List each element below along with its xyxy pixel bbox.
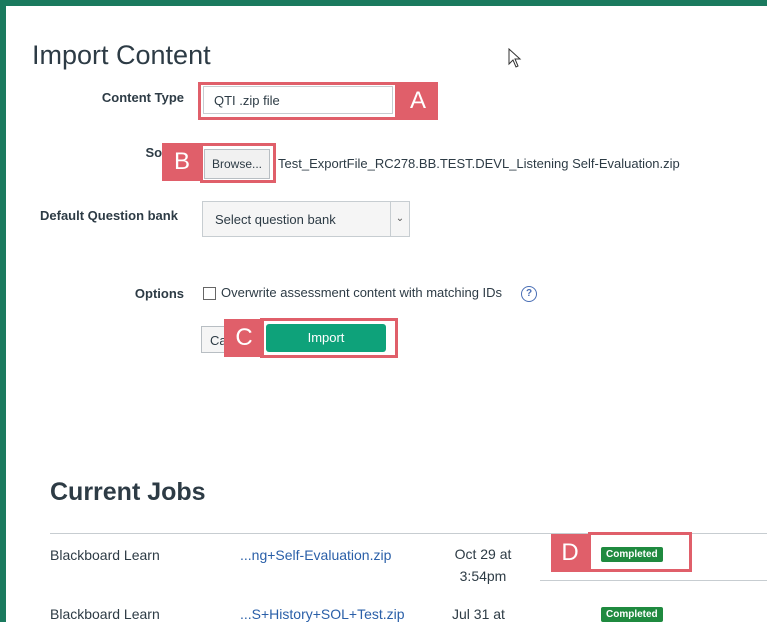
callout-c-letter: C bbox=[224, 319, 264, 357]
callout-b-box bbox=[200, 143, 276, 183]
callout-d-box bbox=[588, 532, 692, 572]
content-type-label: Content Type bbox=[101, 90, 184, 105]
job-2-date: Jul 31 at bbox=[452, 606, 505, 622]
selected-file-name: Test_ExportFile_RC278.BB.TEST.DEVL_Liste… bbox=[278, 156, 680, 171]
job-2-status-badge: Completed bbox=[601, 607, 663, 622]
callout-b-letter: B bbox=[162, 143, 202, 181]
current-jobs-title: Current Jobs bbox=[50, 478, 206, 506]
mouse-cursor-icon bbox=[508, 48, 522, 68]
job-1-type: Blackboard Learn bbox=[50, 547, 160, 563]
overwrite-checkbox[interactable] bbox=[203, 287, 216, 300]
job-2-type: Blackboard Learn bbox=[50, 606, 160, 622]
page-title: Import Content bbox=[32, 40, 211, 70]
chevron-down-icon: ⌄ bbox=[390, 202, 409, 236]
job-1-date: Oct 29 at 3:54pm bbox=[454, 546, 512, 584]
options-label: Options bbox=[134, 286, 184, 301]
row-divider bbox=[540, 580, 767, 581]
question-bank-value: Select question bank bbox=[215, 212, 336, 227]
help-icon[interactable]: ? bbox=[521, 286, 537, 302]
question-bank-select[interactable]: Select question bank ⌄ bbox=[202, 201, 410, 237]
callout-a-box bbox=[198, 82, 398, 120]
job-1-file-link[interactable]: ...ng+Self-Evaluation.zip bbox=[240, 547, 391, 563]
job-2-file-link[interactable]: ...S+History+SOL+Test.zip bbox=[240, 606, 405, 622]
overwrite-label: Overwrite assessment content with matchi… bbox=[221, 285, 503, 300]
callout-c-box bbox=[260, 318, 398, 358]
source-label: Sou bbox=[145, 145, 170, 160]
callout-d-letter: D bbox=[551, 534, 589, 572]
question-bank-label: Default Question bank bbox=[40, 208, 178, 223]
callout-a-letter: A bbox=[398, 82, 438, 120]
